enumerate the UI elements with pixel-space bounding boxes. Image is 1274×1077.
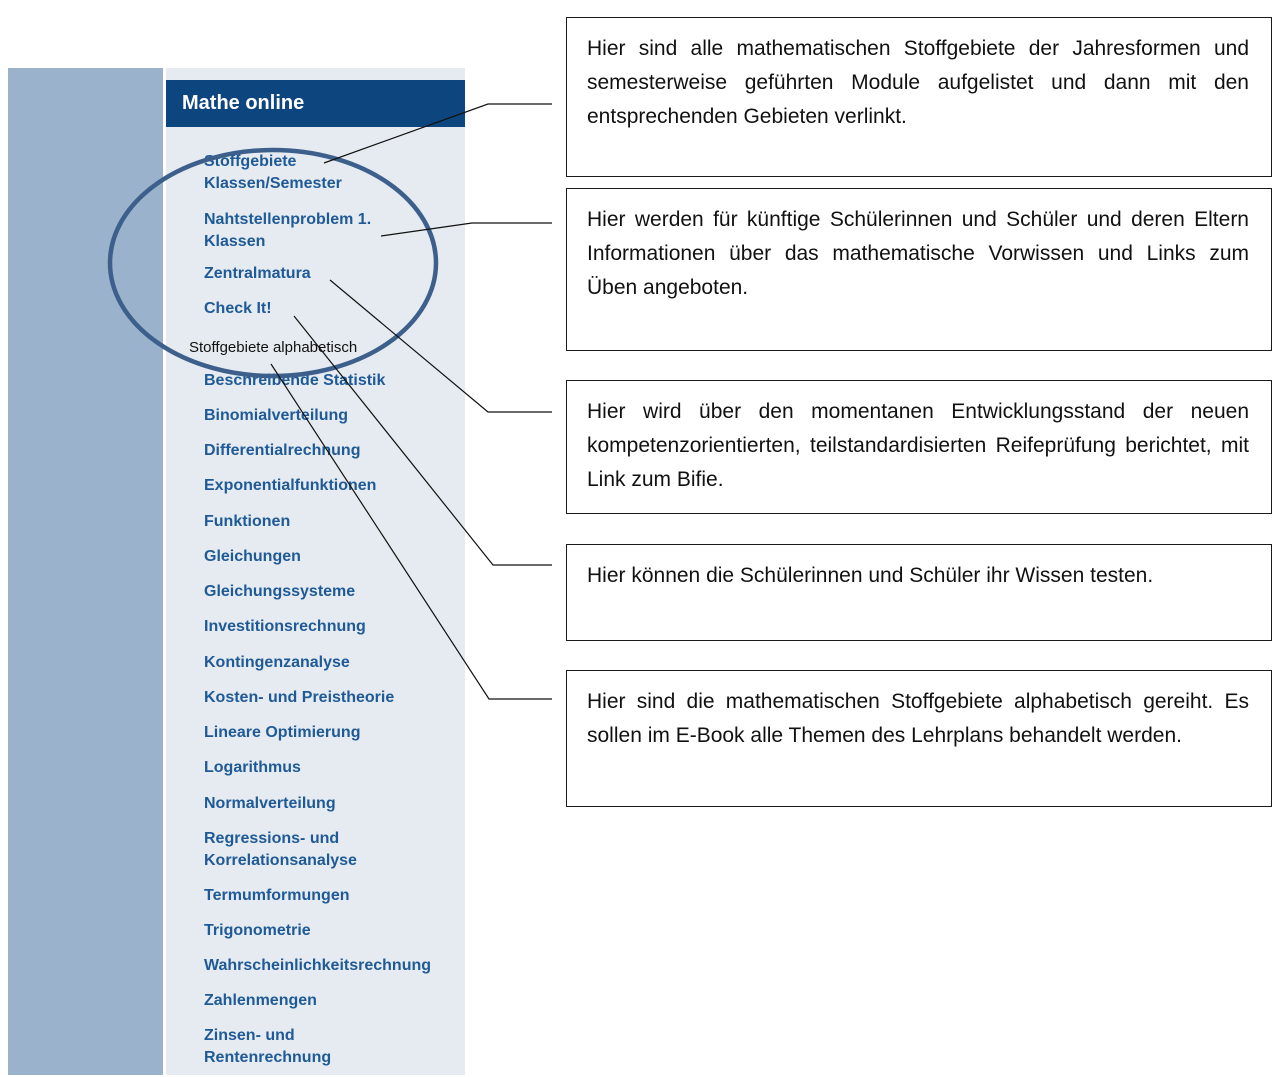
menu-item-line: Regressions- und	[204, 830, 340, 847]
menu-item-line: Stoffgebiete	[204, 153, 297, 170]
menu-item-topic[interactable]: Investitionsrechnung	[204, 616, 366, 638]
menu-item-line: Kosten- und Preistheorie	[204, 689, 395, 706]
menu-item-line: Zentralmatura	[204, 265, 311, 282]
menu-item-line: Wahrscheinlichkeitsrechnung	[204, 957, 432, 974]
menu-item-line: Binomialverteilung	[204, 407, 349, 424]
menu-item-topic[interactable]: Wahrscheinlichkeitsrechnung	[204, 955, 431, 977]
menu-item-topic[interactable]: Binomialverteilung	[204, 405, 348, 427]
menu-item-line: Nahtstellenproblem 1.	[204, 211, 372, 228]
menu-item-line: Check It!	[204, 300, 272, 317]
menu-item-line: Termumformungen	[204, 887, 350, 904]
menu-item-stoffgebiete-klassen[interactable]: Stoffgebiete Klassen/Semester	[204, 151, 342, 195]
menu-item-topic[interactable]: Exponentialfunktionen	[204, 475, 376, 497]
menu-item-topic[interactable]: Zinsen- und Rentenrechnung	[204, 1025, 331, 1069]
menu-item-topic[interactable]: Normalverteilung	[204, 793, 336, 815]
callout-stoffgebiete: Hier sind alle mathematischen Stoffgebie…	[566, 17, 1272, 177]
menu-item-line: Normalverteilung	[204, 795, 336, 812]
menu-item-line: Differentialrechnung	[204, 442, 361, 459]
callout-nahtstellenproblem: Hier werden für künftige Schülerinnen un…	[566, 188, 1272, 351]
menu-item-line: Gleichungssysteme	[204, 583, 356, 600]
menu-panel: Mathe online Stoffgebiete Klassen/Semest…	[166, 68, 465, 1075]
menu-item-topic[interactable]: Zahlenmengen	[204, 990, 317, 1012]
menu-item-topic[interactable]: Trigonometrie	[204, 920, 311, 942]
menu-item-topic[interactable]: Kontingenzanalyse	[204, 652, 350, 674]
menu-header: Mathe online	[166, 80, 465, 127]
callout-alphabetisch: Hier sind die mathematischen Stoffgebiet…	[566, 670, 1272, 807]
menu-item-line: Rentenrechnung	[204, 1049, 332, 1066]
menu-item-line: Investitionsrechnung	[204, 618, 366, 635]
menu-item-topic[interactable]: Regressions- und Korrelationsanalyse	[204, 828, 357, 872]
menu-item-topic[interactable]: Kosten- und Preistheorie	[204, 687, 394, 709]
menu-item-line: Trigonometrie	[204, 922, 311, 939]
callout-check-it: Hier können die Schülerinnen und Schüler…	[566, 544, 1272, 641]
menu-item-topic[interactable]: Gleichungssysteme	[204, 581, 355, 603]
callout-zentralmatura: Hier wird über den momentanen Entwicklun…	[566, 380, 1272, 514]
menu-item-line: Funktionen	[204, 513, 291, 530]
menu-item-line: Logarithmus	[204, 759, 301, 776]
menu-item-line: Exponentialfunktionen	[204, 477, 377, 494]
menu-item-topic[interactable]: Termumformungen	[204, 885, 349, 907]
left-sidebar-band	[8, 68, 163, 1075]
menu-item-line: Lineare Optimierung	[204, 724, 361, 741]
menu-item-check-it[interactable]: Check It!	[204, 298, 272, 320]
menu-item-line: Kontingenzanalyse	[204, 654, 350, 671]
menu-item-zentralmatura[interactable]: Zentralmatura	[204, 263, 311, 285]
menu-item-topic[interactable]: Lineare Optimierung	[204, 722, 360, 744]
menu-item-line: Klassen/Semester	[204, 175, 342, 192]
section-label-alphabetisch: Stoffgebiete alphabetisch	[189, 339, 358, 356]
menu-item-line: Beschreibende Statistik	[204, 372, 386, 389]
menu-item-topic[interactable]: Funktionen	[204, 511, 290, 533]
menu-item-line: Gleichungen	[204, 548, 301, 565]
menu-item-topic[interactable]: Beschreibende Statistik	[204, 370, 385, 392]
menu-item-line: Zinsen- und	[204, 1027, 295, 1044]
menu-item-line: Zahlenmengen	[204, 992, 317, 1009]
menu-item-topic[interactable]: Differentialrechnung	[204, 440, 360, 462]
menu-item-line: Klassen	[204, 233, 266, 250]
menu-item-nahtstellenproblem[interactable]: Nahtstellenproblem 1. Klassen	[204, 209, 371, 253]
menu-item-topic[interactable]: Gleichungen	[204, 546, 301, 568]
menu-item-topic[interactable]: Logarithmus	[204, 757, 301, 779]
menu-item-line: Korrelationsanalyse	[204, 852, 357, 869]
